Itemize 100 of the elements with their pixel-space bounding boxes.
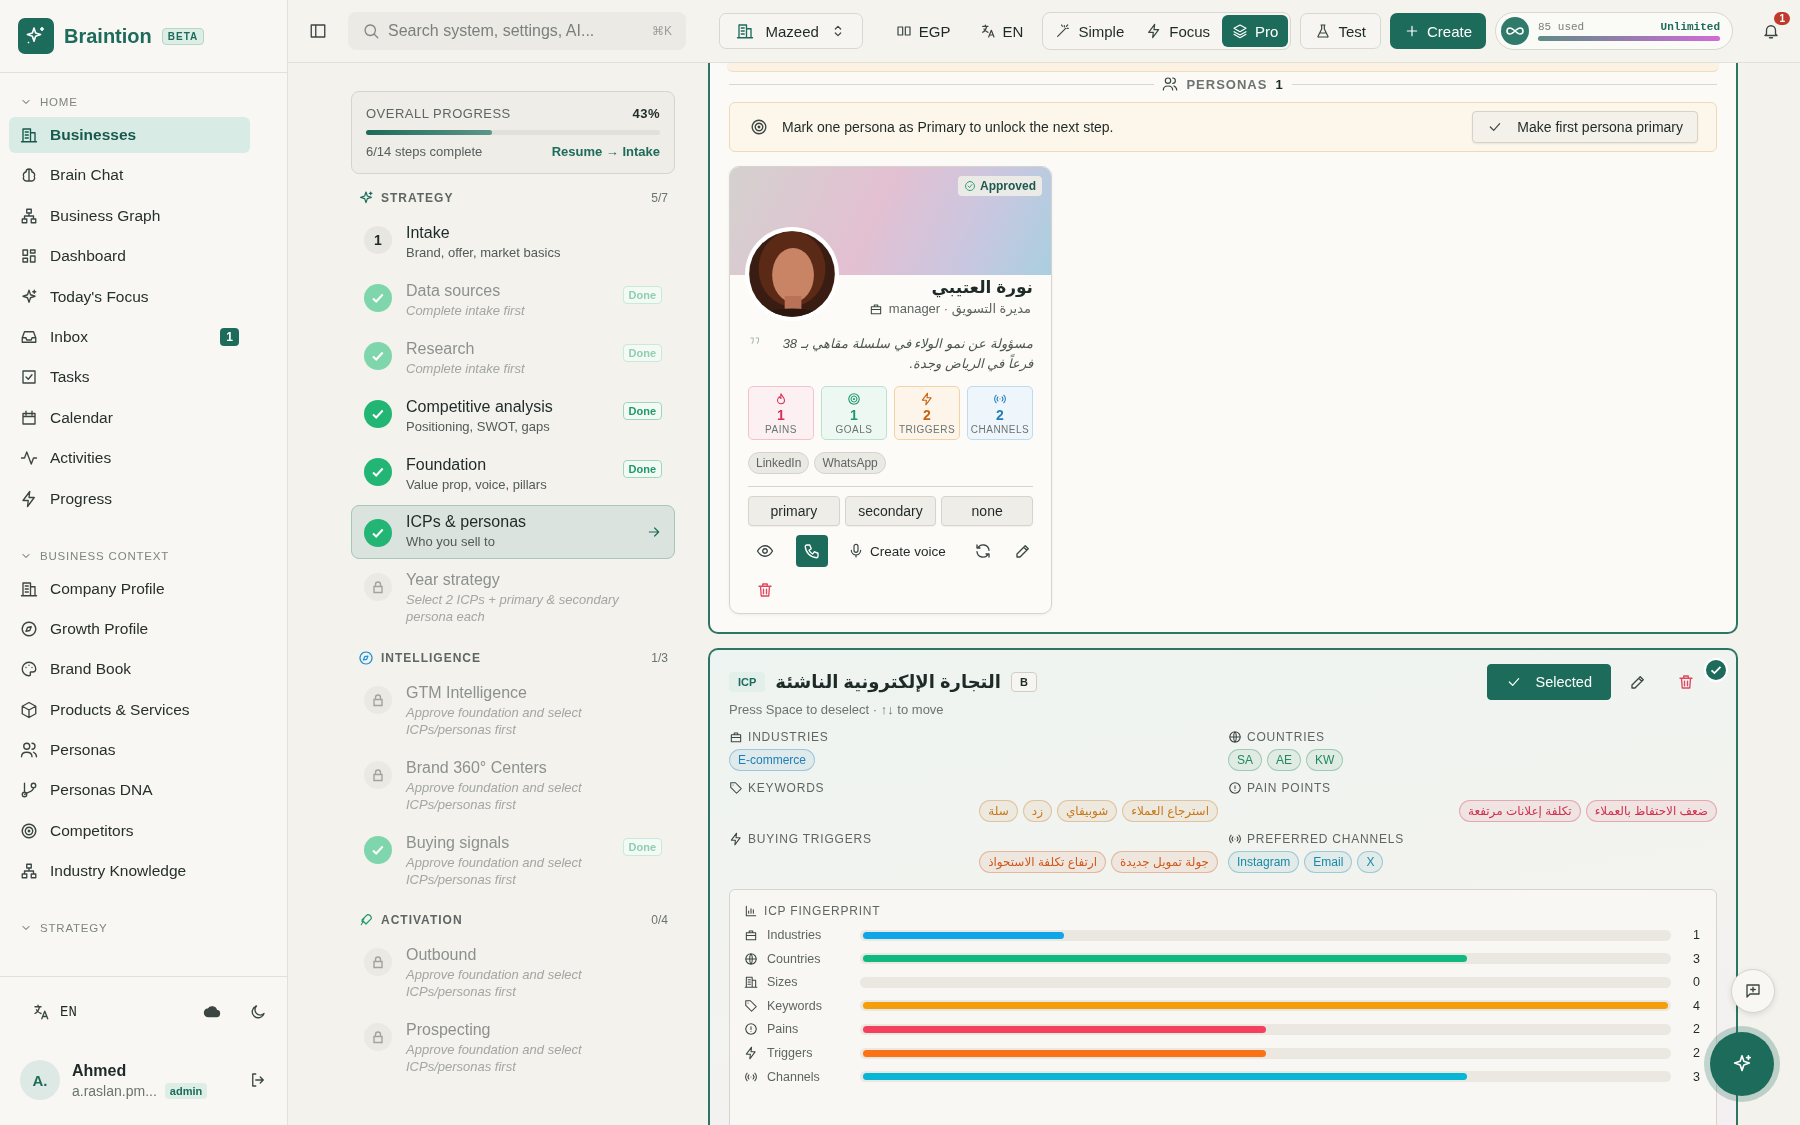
nav-item[interactable]: Progress: [9, 480, 250, 517]
resume-link[interactable]: Resume → Intake: [551, 144, 660, 159]
box-icon: [20, 700, 38, 719]
group-count: 1/3: [651, 651, 668, 666]
priority-option[interactable]: primary: [748, 496, 840, 527]
step-subtitle: Who you sell to: [406, 534, 496, 552]
tag: ضعف الاحتفاظ بالعملاء: [1585, 800, 1717, 823]
edit-icon[interactable]: [1629, 673, 1647, 692]
check-badge-icon: [1704, 658, 1728, 683]
step-item[interactable]: Foundation Value prop, voice, pillars Done: [351, 447, 675, 502]
tag: زد: [1022, 800, 1052, 823]
create-button[interactable]: Create: [1389, 13, 1486, 49]
language-button[interactable]: EN: [969, 13, 1034, 49]
nav-item[interactable]: Growth Profile: [9, 610, 250, 647]
grid-icon: [20, 247, 38, 266]
nav-item[interactable]: Calendar: [9, 399, 250, 436]
nav-item[interactable]: Company Profile: [9, 570, 250, 607]
section-heading: STRATEGY: [40, 922, 108, 935]
language-label[interactable]: EN: [60, 1004, 77, 1020]
lightning-icon: [920, 391, 934, 406]
nav-item[interactable]: Competitors: [9, 812, 250, 849]
panel-title: ICP FINGERPRINT: [764, 904, 881, 919]
flask-icon: [1315, 23, 1332, 39]
lightning-icon: [729, 832, 743, 847]
done-badge: Done: [622, 401, 662, 420]
target-icon: [847, 391, 861, 406]
make-primary-button[interactable]: Make first persona primary: [1472, 111, 1698, 143]
icp-card[interactable]: [708, 648, 1738, 1125]
briefcase-icon: [744, 928, 758, 943]
nav-item[interactable]: Dashboard: [9, 238, 250, 275]
alert-icon: [1228, 781, 1242, 796]
nav-item[interactable]: Products & Services: [9, 691, 250, 728]
create-voice-button[interactable]: Create voice: [842, 542, 952, 561]
assistant-button[interactable]: [1710, 1032, 1774, 1096]
nav-item[interactable]: Inbox 1: [9, 318, 250, 355]
selected-button[interactable]: Selected: [1486, 664, 1611, 701]
flame-icon: [774, 391, 788, 406]
nav-item[interactable]: Brand Book: [9, 651, 250, 688]
network-icon: [20, 862, 38, 881]
mode-tab[interactable]: Pro: [1222, 15, 1289, 47]
tag: AE: [1267, 749, 1302, 772]
mode-tab[interactable]: Focus: [1136, 15, 1221, 47]
tag: استرجاع العملاء: [1122, 800, 1218, 823]
group-heading: INTELLIGENCE: [381, 651, 481, 666]
step-item[interactable]: 1 Intake Brand, offer, market basics: [351, 216, 675, 270]
logo-icon: [18, 18, 54, 54]
alert-icon: [744, 1022, 758, 1037]
group-count: 5/7: [651, 191, 668, 205]
refresh-icon[interactable]: [973, 542, 992, 561]
nav-item[interactable]: Industry Knowledge: [9, 853, 250, 890]
edit-icon[interactable]: [1013, 542, 1032, 561]
feedback-button[interactable]: [1731, 969, 1775, 1013]
stat-label: GOALS: [835, 423, 873, 435]
step-item[interactable]: ICPs & personas Who you sell to: [351, 505, 675, 560]
palette-icon: [20, 660, 38, 679]
sidebar-toggle-icon[interactable]: [309, 22, 327, 40]
section-heading: BUSINESS CONTEXT: [40, 549, 170, 562]
metric-value: 2: [1692, 1046, 1700, 1061]
done-badge: Done: [622, 285, 662, 304]
delete-icon[interactable]: [756, 581, 774, 600]
call-button[interactable]: [796, 535, 828, 568]
nav-item[interactable]: Brain Chat: [9, 157, 250, 194]
nav-item[interactable]: Businesses: [9, 117, 250, 153]
nav-item[interactable]: Activities: [9, 440, 250, 477]
progress-caption: 6/14 steps complete: [366, 144, 483, 159]
nav-item[interactable]: Personas: [9, 732, 250, 769]
nav-item[interactable]: Tasks: [9, 359, 250, 396]
section-count: 1: [1275, 76, 1284, 92]
notice-text: Mark one persona as Primary to unlock the next step.: [782, 119, 1114, 135]
done-badge: Done: [622, 343, 662, 362]
tag: شوبيفاي: [1056, 800, 1118, 823]
step-number: 1: [364, 226, 392, 254]
priority-option[interactable]: none: [941, 496, 1033, 527]
nav-item[interactable]: Personas DNA: [9, 772, 250, 809]
step-item[interactable]: Competitive analysis Positioning, SWOT, gaps Done: [351, 389, 675, 444]
checkbox-icon: [20, 368, 38, 387]
icp-title: التجارة الإلكترونية الناشئة: [775, 671, 1001, 694]
role-badge: admin: [164, 1082, 208, 1099]
delete-icon[interactable]: [1677, 673, 1695, 692]
tag: تكلفة إعلانات مرتفعة: [1458, 800, 1581, 823]
mode-tab[interactable]: Simple: [1045, 15, 1135, 47]
progress-percent: 43%: [632, 106, 660, 121]
stat-label: PAINS: [765, 423, 797, 435]
translate-icon[interactable]: [32, 1003, 50, 1021]
currency-button[interactable]: EGP: [885, 13, 961, 49]
app-name: Braintion: [64, 24, 152, 48]
field-label: PREFERRED CHANNELS: [1247, 832, 1405, 847]
logout-icon[interactable]: [249, 1071, 267, 1089]
priority-option[interactable]: secondary: [844, 496, 937, 527]
tag-icon: [729, 781, 743, 796]
metric-label: Pains: [767, 1022, 800, 1037]
step-subtitle: Complete intake first: [406, 302, 526, 320]
stat-value: 1: [850, 406, 858, 423]
nav-item[interactable]: Today's Focus: [9, 278, 250, 315]
moon-icon[interactable]: [249, 1003, 267, 1021]
bell-icon[interactable]: [1762, 22, 1780, 40]
nav-item[interactable]: Business Graph: [9, 197, 250, 234]
test-button[interactable]: Test: [1300, 13, 1381, 49]
workspace-selector[interactable]: Mazeed: [719, 13, 863, 49]
user-name: Ahmed: [72, 1061, 128, 1080]
